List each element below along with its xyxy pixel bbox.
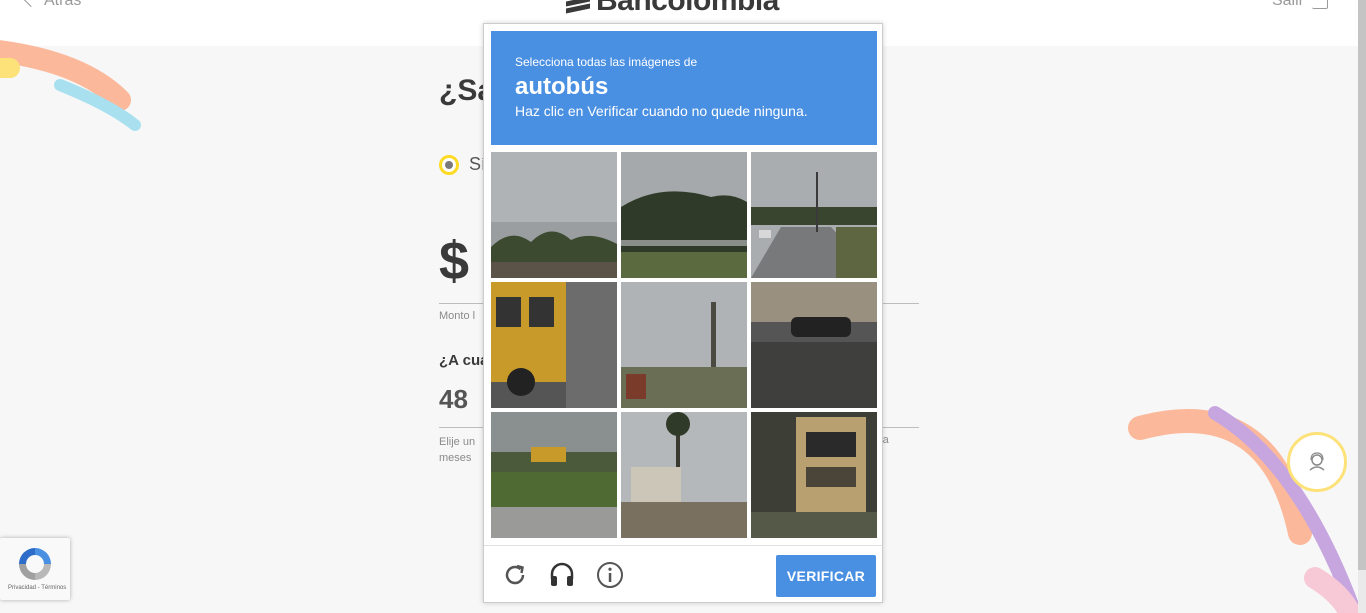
verify-button[interactable]: VERIFICAR [776,555,876,597]
captcha-tile-5[interactable] [621,282,747,408]
captcha-instruction: Haz clic en Verificar cuando no quede ni… [515,103,808,119]
audio-challenge-button[interactable] [547,560,577,590]
recaptcha-badge[interactable]: Privacidad - Términos [0,538,70,600]
radio-button[interactable] [439,154,459,175]
exit-link[interactable]: Salir [1272,0,1328,10]
term-question: ¿A cuá [439,352,489,369]
back-link[interactable]: Atrás [23,0,82,10]
bancolombia-logo-icon [566,0,590,14]
recaptcha-logo-icon [19,548,51,580]
assistant-icon [1309,452,1325,471]
scrollbar-thumb[interactable] [1358,0,1366,570]
captcha-tile-7[interactable] [491,412,617,538]
back-label: Atrás [44,0,82,9]
exit-icon [1312,0,1328,9]
decoration-left [0,40,141,131]
captcha-footer: VERIFICAR [484,545,882,603]
term-value[interactable]: 48 [439,384,468,415]
captcha-tile-4[interactable] [491,282,617,408]
amount-label: Monto l [439,310,476,322]
headphones-icon [550,562,574,586]
captcha-challenge: Selecciona todas las imágenes de autobús… [483,23,883,603]
captcha-prompt: Selecciona todas las imágenes de [515,55,698,69]
captcha-tile-9[interactable] [751,412,877,538]
captcha-target: autobús [515,73,609,100]
brand-logo: Bancolombia [566,0,779,18]
captcha-tile-3[interactable] [751,152,877,278]
captcha-tile-2[interactable] [621,152,747,278]
brand-name: Bancolombia [596,0,779,17]
term-hint: Elije un meses [439,436,476,464]
reload-button[interactable] [500,560,530,590]
captcha-grid [491,152,877,538]
reload-icon [505,564,525,585]
radio-option-yes[interactable]: Sí [439,154,486,175]
captcha-tile-1[interactable] [491,152,617,278]
chevron-left-icon [23,0,39,8]
captcha-tile-8[interactable] [621,412,747,538]
recaptcha-legal-text[interactable]: Privacidad - Términos [8,585,66,591]
captcha-header: Selecciona todas las imágenes de autobús… [491,31,877,145]
chat-assistant-button[interactable] [1287,432,1347,492]
captcha-tile-6[interactable] [751,282,877,408]
exit-label: Salir [1271,0,1304,9]
info-icon [597,562,623,588]
page-scrollbar[interactable] [1358,0,1366,613]
help-button[interactable] [595,560,625,590]
